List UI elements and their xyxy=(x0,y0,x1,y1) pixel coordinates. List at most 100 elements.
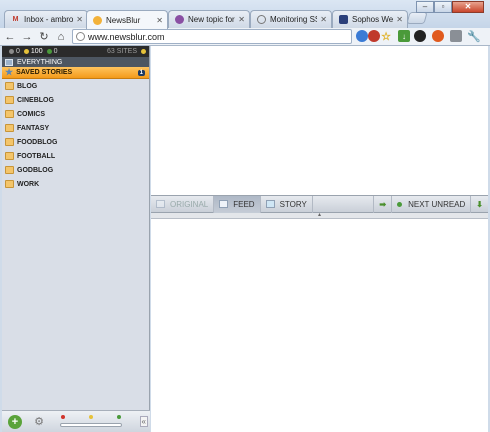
folder-label: FOODBLOG xyxy=(17,138,58,146)
add-feed-button[interactable]: + xyxy=(8,414,22,429)
globe-icon xyxy=(76,32,85,41)
story-titles-pane xyxy=(151,46,488,195)
new-tab-button[interactable] xyxy=(406,12,428,24)
wrench-icon[interactable]: 🔧 xyxy=(467,30,481,43)
positive-dot-icon xyxy=(23,49,29,54)
slider-track[interactable] xyxy=(60,422,122,427)
unread-dot-icon xyxy=(397,201,403,207)
folder-label: GODBLOG xyxy=(17,166,54,174)
story-view-button[interactable]: STORY xyxy=(261,195,313,213)
back-icon[interactable]: ← xyxy=(3,30,17,44)
saved-stories-item[interactable]: ★ SAVED STORIES 1 xyxy=(2,67,149,79)
close-icon[interactable]: ✕ xyxy=(76,15,83,24)
folder-fantasy[interactable]: FANTASY xyxy=(2,121,149,135)
minimize-button[interactable]: – xyxy=(416,1,434,13)
star-icon: ★ xyxy=(5,67,14,77)
folder-work[interactable]: WORK xyxy=(2,177,149,191)
stop-icon[interactable] xyxy=(432,30,444,42)
arrow-down-icon: ⬇ xyxy=(476,199,483,209)
folder-icon xyxy=(5,82,14,90)
forward-icon[interactable]: → xyxy=(20,30,34,44)
intelligence-slider[interactable] xyxy=(60,414,122,429)
newsblur-icon xyxy=(93,15,102,25)
gear-icon[interactable]: ⚙ xyxy=(32,415,46,429)
download-icon[interactable]: ↓ xyxy=(398,30,410,42)
everything-label: EVERYTHING xyxy=(17,58,63,66)
next-unread-button[interactable]: NEXT UNREAD xyxy=(392,195,472,213)
unread-counts: 0 100 0 63 SITES xyxy=(2,46,149,57)
taskbar-spacer xyxy=(313,195,375,213)
address-bar[interactable]: www.newsblur.com xyxy=(72,29,352,44)
star-icon[interactable]: ☆ xyxy=(380,30,392,43)
neutral-pip-icon xyxy=(89,414,93,419)
saved-stories-label: SAVED STORIES xyxy=(16,69,73,76)
home-icon[interactable]: ⌂ xyxy=(54,30,68,44)
neutral-dot-icon xyxy=(9,49,14,54)
story-icon xyxy=(265,200,275,208)
folder-football[interactable]: FOOTBALL xyxy=(2,149,149,163)
tab-title: New topic for N xyxy=(188,15,235,24)
gmail-icon: M xyxy=(12,16,19,23)
negative-count: 0 xyxy=(53,48,58,55)
sites-count: 63 SITES xyxy=(107,48,137,55)
tab-monitoring[interactable]: Monitoring SSRS ✕ xyxy=(250,10,332,28)
web-icon xyxy=(257,15,266,24)
reload-icon[interactable]: ↻ xyxy=(37,30,51,44)
folder-label: COMICS xyxy=(17,110,45,118)
negative-dot-icon xyxy=(46,49,52,54)
collapse-sidebar-button[interactable]: « xyxy=(139,416,148,427)
sophos-icon xyxy=(339,15,348,24)
close-window-button[interactable]: ✕ xyxy=(452,1,484,13)
next-story-button[interactable]: ⬇ xyxy=(471,196,488,213)
folder-icon xyxy=(5,96,14,104)
feed-icon xyxy=(219,200,229,208)
tab-title: Monitoring SSRS xyxy=(270,15,317,24)
neutral-count: 0 xyxy=(16,48,20,55)
positive-count: 100 xyxy=(30,48,43,55)
folder-comics[interactable]: COMICS xyxy=(2,107,149,121)
negative-pip-icon xyxy=(61,414,65,419)
tab-inbox[interactable]: M Inbox - ambrosi ✕ xyxy=(4,10,88,28)
tab-sophos[interactable]: Sophos Web Ap ✕ xyxy=(332,10,408,28)
everything-folder[interactable]: EVERYTHING xyxy=(2,57,149,67)
tab-title: NewsBlur xyxy=(106,15,141,25)
maximize-button[interactable]: ▫ xyxy=(434,1,452,13)
original-label: ORIGINAL xyxy=(170,199,209,209)
feed-view-button[interactable]: FEED xyxy=(214,195,261,213)
status-dot-icon xyxy=(141,49,146,54)
folder-cineblog[interactable]: CINEBLOG xyxy=(2,93,149,107)
folder-label: FOOTBALL xyxy=(17,152,56,160)
folder-icon xyxy=(5,138,14,146)
close-icon[interactable]: ✕ xyxy=(238,15,245,24)
browser-toolbar: ← → ↻ ⌂ www.newsblur.com ☆ ↓ 🔧 xyxy=(0,28,490,46)
close-icon[interactable]: ✕ xyxy=(320,15,327,24)
folder-icon xyxy=(5,180,14,188)
getsatisfaction-icon xyxy=(175,15,184,24)
close-icon[interactable]: ✕ xyxy=(156,16,163,25)
story-label: STORY xyxy=(279,199,307,209)
next-unread-label: NEXT UNREAD xyxy=(408,199,466,209)
adblock-icon[interactable] xyxy=(368,30,380,42)
previous-story-button[interactable]: ➡ xyxy=(374,195,393,213)
close-icon[interactable]: ✕ xyxy=(396,15,403,24)
original-view-button[interactable]: ORIGINAL xyxy=(151,195,215,213)
record-icon[interactable] xyxy=(414,30,426,42)
saved-count-badge: 1 xyxy=(137,69,145,76)
browser-titlebar: M Inbox - ambrosi ✕ NewsBlur ✕ New topic… xyxy=(0,0,490,29)
folder-blog[interactable]: BLOG xyxy=(2,79,149,93)
folder-label: BLOG xyxy=(17,82,38,90)
tab-new-topic[interactable]: New topic for N ✕ xyxy=(168,10,250,28)
page-menu-icon[interactable] xyxy=(450,30,462,42)
extension-icon[interactable] xyxy=(356,30,368,42)
folder-foodblog[interactable]: FOODBLOG xyxy=(2,135,149,149)
folder-label: FANTASY xyxy=(17,124,50,132)
sidebar-footer: + ⚙ « xyxy=(2,410,150,432)
folder-icon xyxy=(5,110,14,118)
window-controls: – ▫ ✕ xyxy=(416,1,484,13)
folder-godblog[interactable]: GODBLOG xyxy=(2,163,149,177)
arrow-right-icon: ➡ xyxy=(379,199,387,209)
story-content-pane xyxy=(151,219,488,432)
address-url: www.newsblur.com xyxy=(88,31,165,42)
tab-newsblur[interactable]: NewsBlur ✕ xyxy=(86,10,168,29)
folder-icon xyxy=(5,166,14,174)
